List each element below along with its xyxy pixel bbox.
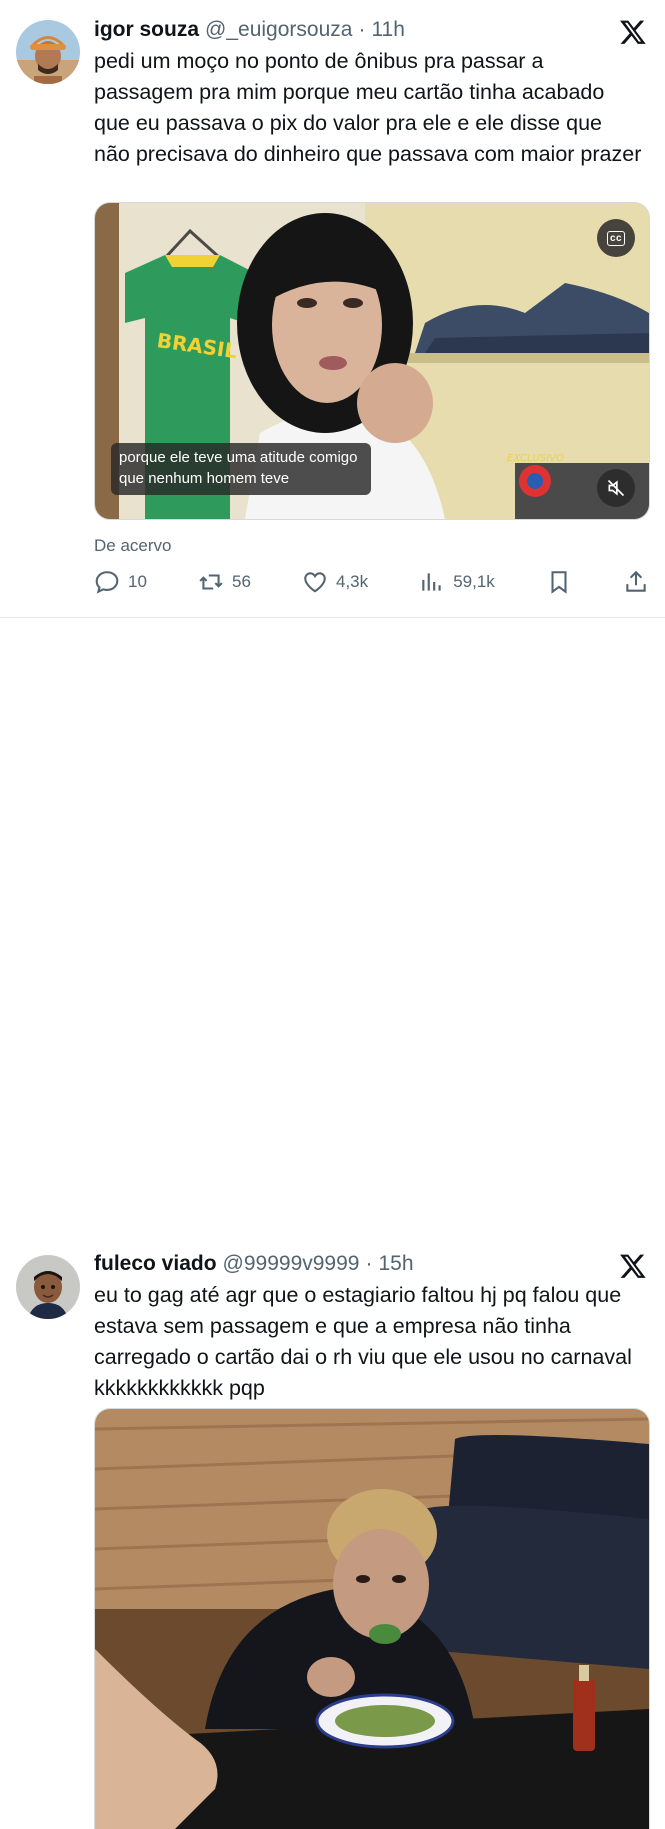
views-count: 59,1k — [453, 572, 495, 591]
speech-bubble-icon — [95, 571, 119, 594]
bookmark-icon — [551, 571, 567, 594]
reply-count: 10 — [128, 572, 147, 591]
tweet-header: igor souza @_euigorsouza · 11h — [94, 18, 605, 42]
tweet-image[interactable] — [94, 1408, 650, 1829]
caption-line-1: porque ele teve uma atitude comigo — [119, 449, 358, 466]
heart-icon — [304, 572, 326, 593]
x-logo-icon — [620, 1254, 646, 1278]
repost-button[interactable]: 56 — [198, 569, 251, 595]
action-bar: 10 56 4,3k 59,1k — [94, 566, 649, 598]
tweet-header: fuleco viado @99999v9999 · 15h — [94, 1252, 605, 1276]
overlay-brand: EXCLUSIVO — [507, 453, 564, 464]
author-name[interactable]: fuleco viado — [94, 1252, 217, 1276]
bar-chart-icon — [422, 573, 441, 591]
reply-button[interactable]: 10 — [94, 569, 147, 595]
cc-label: cc — [606, 230, 626, 246]
bookmark-button[interactable] — [546, 569, 572, 595]
timestamp[interactable]: 11h — [371, 18, 404, 42]
avatar-fuleco-viado[interactable] — [16, 1255, 80, 1319]
tweet-2[interactable]: fuleco viado @99999v9999 · 15h eu to gag… — [0, 618, 665, 1829]
tweet-text: pedi um moço no ponto de ônibus pra pass… — [94, 49, 642, 166]
separator-dot: · — [358, 18, 366, 41]
like-button[interactable]: 4,3k — [302, 569, 368, 595]
closed-captions-button[interactable]: cc — [597, 219, 635, 257]
timestamp[interactable]: 15h — [378, 1252, 413, 1276]
tweet-1[interactable]: igor souza @_euigorsouza · 11h pedi um m… — [0, 0, 665, 618]
separator-dot: · — [365, 1252, 373, 1275]
caption-line-2: que nenhum homem teve — [119, 470, 290, 487]
tweet-text: eu to gag até agr que o estagiario falto… — [94, 1283, 632, 1400]
video-caption: porque ele teve uma atitude comigo que n… — [111, 443, 372, 495]
repost-count: 56 — [232, 572, 251, 591]
image-frame — [95, 1409, 649, 1829]
like-count: 4,3k — [336, 572, 369, 591]
source-label[interactable]: De acervo — [94, 536, 171, 556]
author-handle[interactable]: @99999v9999 — [223, 1252, 360, 1276]
repost-arrows-icon — [199, 574, 223, 590]
x-logo-icon — [620, 20, 646, 44]
author-handle[interactable]: @_euigorsouza — [205, 18, 352, 42]
share-button[interactable] — [623, 569, 649, 595]
mute-button[interactable] — [597, 469, 635, 507]
views-button[interactable]: 59,1k — [419, 569, 495, 595]
share-upload-icon — [626, 570, 646, 592]
avatar-igor-souza[interactable] — [16, 20, 80, 84]
tweet-video[interactable]: BRASIL EXCLUSIVO cc porque ele teve uma … — [94, 202, 650, 520]
speaker-muted-icon — [607, 479, 625, 497]
author-name[interactable]: igor souza — [94, 18, 199, 42]
